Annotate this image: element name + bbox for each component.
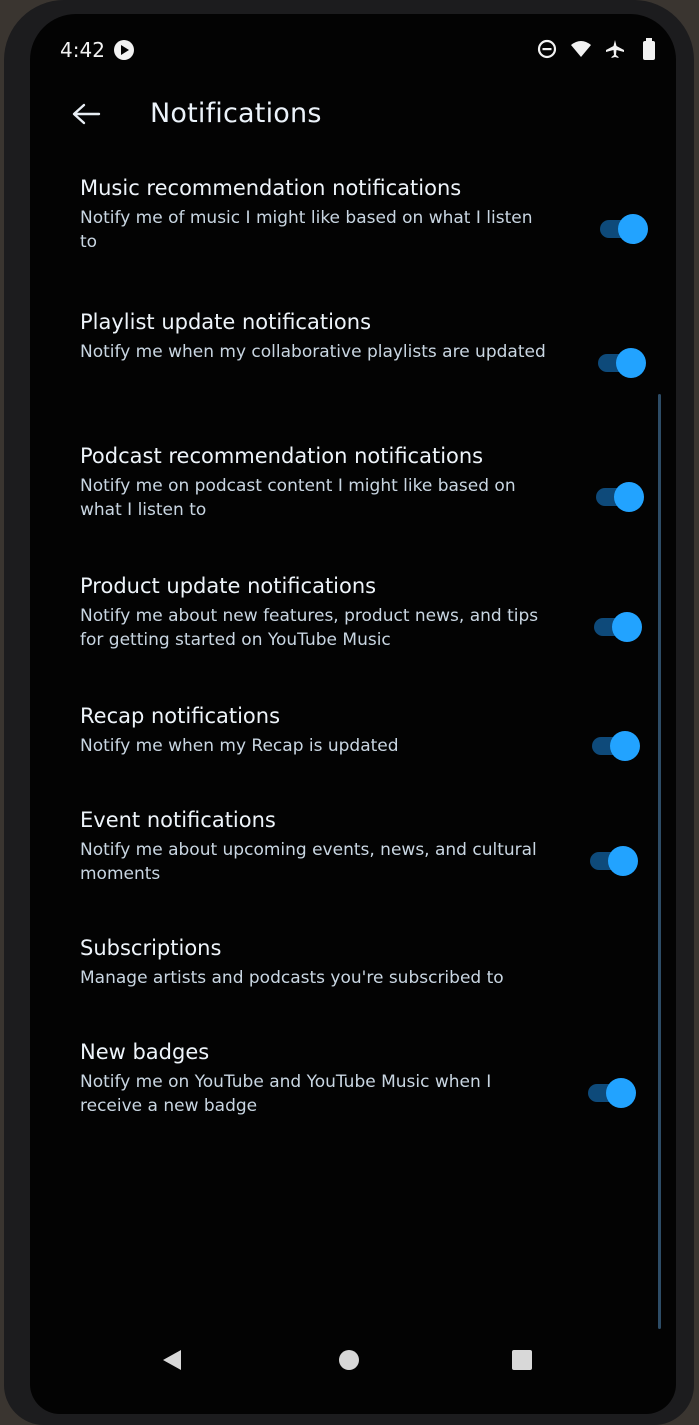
setting-podcast-recommendation[interactable]: Podcast recommendation notifications Not…: [30, 444, 676, 544]
setting-title: Product update notifications: [80, 574, 377, 598]
wifi-icon: [570, 38, 592, 60]
setting-title: Podcast recommendation notifications: [80, 444, 484, 468]
back-triangle-icon: [161, 1348, 183, 1376]
toggle-switch[interactable]: [594, 482, 644, 512]
system-nav-bar: [30, 1332, 676, 1392]
status-bar: 4:42: [30, 14, 676, 86]
setting-title: Subscriptions: [80, 936, 222, 960]
setting-title: New badges: [80, 1040, 210, 1064]
recents-square-icon: [511, 1349, 533, 1375]
status-icons: [536, 38, 660, 60]
toggle-switch[interactable]: [592, 612, 642, 642]
setting-title: Music recommendation notifications: [80, 176, 462, 200]
toggle-thumb: [618, 214, 648, 244]
setting-title: Event notifications: [80, 808, 276, 832]
toggle-switch[interactable]: [588, 846, 638, 876]
nav-recents-button[interactable]: [504, 1344, 540, 1380]
do-not-disturb-icon: [536, 38, 558, 60]
scrollbar[interactable]: [658, 394, 661, 1329]
toggle-thumb: [612, 612, 642, 642]
toggle-thumb: [606, 1078, 636, 1108]
back-arrow-icon: [71, 102, 101, 130]
toggle-thumb: [614, 482, 644, 512]
app-bar: Notifications: [30, 86, 676, 146]
status-time: 4:42: [60, 38, 105, 62]
nav-home-button[interactable]: [331, 1344, 367, 1380]
toggle-thumb: [608, 846, 638, 876]
toggle-switch[interactable]: [586, 1078, 636, 1108]
setting-description: Notify me when my collaborative playlist…: [80, 342, 546, 362]
setting-event[interactable]: Event notifications Notify me about upco…: [30, 808, 676, 908]
setting-description: Notify me about upcoming events, news, a…: [80, 840, 537, 884]
battery-icon: [638, 38, 660, 60]
setting-new-badges[interactable]: New badges Notify me on YouTube and YouT…: [30, 1040, 676, 1140]
app-notification-icon: [114, 40, 134, 60]
setting-title: Playlist update notifications: [80, 310, 372, 334]
setting-playlist-update[interactable]: Playlist update notifications Notify me …: [30, 310, 676, 410]
setting-description: Notify me on podcast content I might lik…: [80, 476, 516, 520]
setting-description: Notify me on YouTube and YouTube Music w…: [80, 1072, 492, 1116]
setting-product-update[interactable]: Product update notifications Notify me a…: [30, 574, 676, 674]
toggle-thumb: [610, 731, 640, 761]
setting-recap[interactable]: Recap notifications Notify me when my Re…: [30, 704, 676, 780]
setting-music-recommendation[interactable]: Music recommendation notifications Notif…: [30, 176, 676, 276]
setting-subscriptions[interactable]: Subscriptions Manage artists and podcast…: [30, 936, 676, 1012]
toggle-switch[interactable]: [598, 214, 648, 244]
page-title: Notifications: [150, 98, 322, 129]
home-circle-icon: [338, 1349, 360, 1375]
setting-description: Notify me about new features, product ne…: [80, 606, 539, 650]
setting-description: Manage artists and podcasts you're subsc…: [80, 968, 504, 988]
phone-frame: 4:42 Notifications Music recommendation …: [4, 0, 694, 1425]
toggle-switch[interactable]: [596, 348, 646, 378]
screen: 4:42 Notifications Music recommendation …: [30, 14, 676, 1414]
setting-title: Recap notifications: [80, 704, 281, 728]
setting-description: Notify me of music I might like based on…: [80, 208, 533, 252]
back-button[interactable]: [64, 94, 108, 138]
airplane-mode-icon: [604, 38, 626, 60]
toggle-thumb: [616, 348, 646, 378]
toggle-switch[interactable]: [590, 731, 640, 761]
nav-back-button[interactable]: [154, 1344, 190, 1380]
setting-description: Notify me when my Recap is updated: [80, 736, 399, 756]
